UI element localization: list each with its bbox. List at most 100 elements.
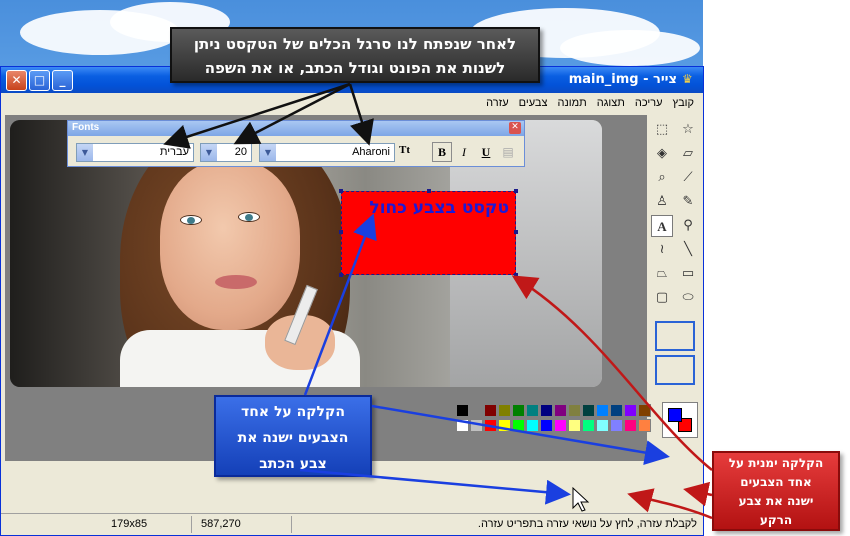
resize-handle[interactable] [427, 189, 431, 193]
color-swatch[interactable] [582, 404, 595, 417]
color-swatch[interactable] [484, 404, 497, 417]
transparent-option-1[interactable] [655, 321, 695, 351]
menu-image[interactable]: תמונה [553, 97, 592, 109]
resize-handle[interactable] [339, 273, 343, 277]
current-colors [662, 402, 698, 438]
fonts-close-icon[interactable]: ✕ [509, 122, 521, 134]
menu-colors[interactable]: צבעים [514, 97, 553, 109]
chevron-down-icon[interactable]: ▼ [201, 144, 217, 161]
polygon-icon[interactable]: ⏢ [651, 263, 673, 285]
color-swatch[interactable] [470, 404, 483, 417]
status-bar: לקבלת עזרה, לחץ על נושאי עזרה בתפריט עזר… [1, 513, 703, 535]
color-swatch[interactable] [596, 419, 609, 432]
chevron-down-icon[interactable]: ▼ [77, 144, 93, 161]
close-button[interactable]: ✕ [6, 70, 27, 91]
color-swatch[interactable] [512, 419, 525, 432]
color-swatch[interactable] [526, 419, 539, 432]
callout-blue-line3: צבע הכתב [259, 456, 327, 472]
minimize-button[interactable]: _ [52, 70, 73, 91]
maximize-button[interactable]: □ [29, 70, 50, 91]
underline-button[interactable]: U [476, 142, 496, 162]
bold-button[interactable]: B [432, 142, 452, 162]
menu-file[interactable]: קובץ [668, 97, 699, 109]
photo-eye-right [238, 212, 260, 222]
callout-blue-line2: הצבעים ישנה את [237, 430, 349, 446]
callout-toolbar-line2: לשנות את הפונט וגודל הכתב, או את השפה [204, 59, 506, 77]
callout-red-line3: ישנה את צבע [738, 494, 814, 508]
brush-icon[interactable]: ♙ [651, 191, 673, 213]
transparent-option-2[interactable] [655, 355, 695, 385]
script-select[interactable]: ▼ עברית [76, 143, 194, 162]
foreground-color-swatch[interactable] [668, 408, 682, 422]
fonts-toolbar-title-bar[interactable]: Fonts ✕ [68, 121, 524, 136]
window-title: צייר - main_img [568, 72, 677, 87]
resize-handle[interactable] [339, 189, 343, 193]
text-box-content: טקסט בצבע כחול [369, 198, 509, 218]
status-cursor-position: 587,270 [201, 518, 241, 530]
color-swatch[interactable] [554, 419, 567, 432]
curve-icon[interactable]: ≀ [651, 239, 673, 261]
chevron-down-icon[interactable]: ▼ [260, 144, 276, 161]
ellipse-icon[interactable]: ⬭ [677, 287, 699, 309]
color-swatch[interactable] [484, 419, 497, 432]
color-swatch[interactable] [470, 419, 483, 432]
truetype-icon: Tt [399, 144, 410, 156]
color-swatch[interactable] [540, 404, 553, 417]
fill-icon[interactable]: ◈ [651, 143, 673, 165]
font-name-value: Aharoni [352, 146, 390, 158]
fonts-toolbar-title: Fonts [72, 122, 100, 133]
color-swatch[interactable] [638, 419, 651, 432]
color-swatch[interactable] [624, 404, 637, 417]
text-box[interactable]: טקסט בצבע כחול [339, 189, 518, 277]
rounded-rect-icon[interactable]: ▢ [651, 287, 673, 309]
color-swatch[interactable] [512, 404, 525, 417]
callout-red-line2: אחד הצבעים [740, 475, 812, 489]
text-icon[interactable]: A [651, 215, 673, 237]
menu-edit[interactable]: עריכה [630, 97, 668, 109]
resize-handle[interactable] [514, 273, 518, 277]
photo-face [160, 160, 300, 330]
rectangle-icon[interactable]: ▭ [677, 263, 699, 285]
color-palette [456, 404, 656, 434]
color-swatch[interactable] [638, 404, 651, 417]
select-free-icon[interactable]: ☆ [677, 119, 699, 141]
airbrush-icon[interactable]: ⚲ [677, 215, 699, 237]
status-help-text: לקבלת עזרה, לחץ על נושאי עזרה בתפריט עזר… [477, 518, 697, 530]
line-icon[interactable]: ╲ [677, 239, 699, 261]
resize-handle[interactable] [514, 189, 518, 193]
status-selection-size: 179x85 [111, 518, 148, 530]
color-swatch[interactable] [498, 419, 511, 432]
pencil-icon[interactable]: ✎ [677, 191, 699, 213]
cloud [560, 30, 700, 66]
color-swatch[interactable] [624, 419, 637, 432]
color-swatch[interactable] [582, 419, 595, 432]
callout-red-line1: הקלקה ימנית על [728, 456, 824, 470]
color-swatch[interactable] [456, 419, 469, 432]
vertical-text-button[interactable]: ▤ [498, 142, 518, 162]
italic-button[interactable]: I [454, 142, 474, 162]
callout-toolbar-note: לאחר שנפתח לנו סרגל הכלים של הטקסט ניתן … [170, 27, 540, 83]
color-swatch[interactable] [498, 404, 511, 417]
menu-help[interactable]: עזרה [481, 97, 513, 109]
status-divider [291, 516, 292, 533]
magnifier-icon[interactable]: ⌕ [651, 167, 673, 189]
color-swatch[interactable] [540, 419, 553, 432]
color-swatch[interactable] [526, 404, 539, 417]
color-swatch[interactable] [596, 404, 609, 417]
select-rect-icon[interactable]: ⬚ [651, 119, 673, 141]
color-swatch[interactable] [568, 404, 581, 417]
eraser-icon[interactable]: ▱ [677, 143, 699, 165]
color-swatch[interactable] [456, 404, 469, 417]
color-swatch[interactable] [610, 419, 623, 432]
resize-handle[interactable] [339, 230, 343, 234]
callout-red-line4: הרקע [759, 513, 793, 527]
resize-handle[interactable] [514, 230, 518, 234]
color-swatch[interactable] [610, 404, 623, 417]
color-swatch[interactable] [568, 419, 581, 432]
status-divider [191, 516, 192, 533]
picker-icon[interactable]: ⟋ [677, 167, 699, 189]
color-swatch[interactable] [554, 404, 567, 417]
menu-view[interactable]: תצוגה [592, 97, 630, 109]
font-name-select[interactable]: ▼ Aharoni [259, 143, 395, 162]
font-size-select[interactable]: ▼ 20 [200, 143, 252, 162]
